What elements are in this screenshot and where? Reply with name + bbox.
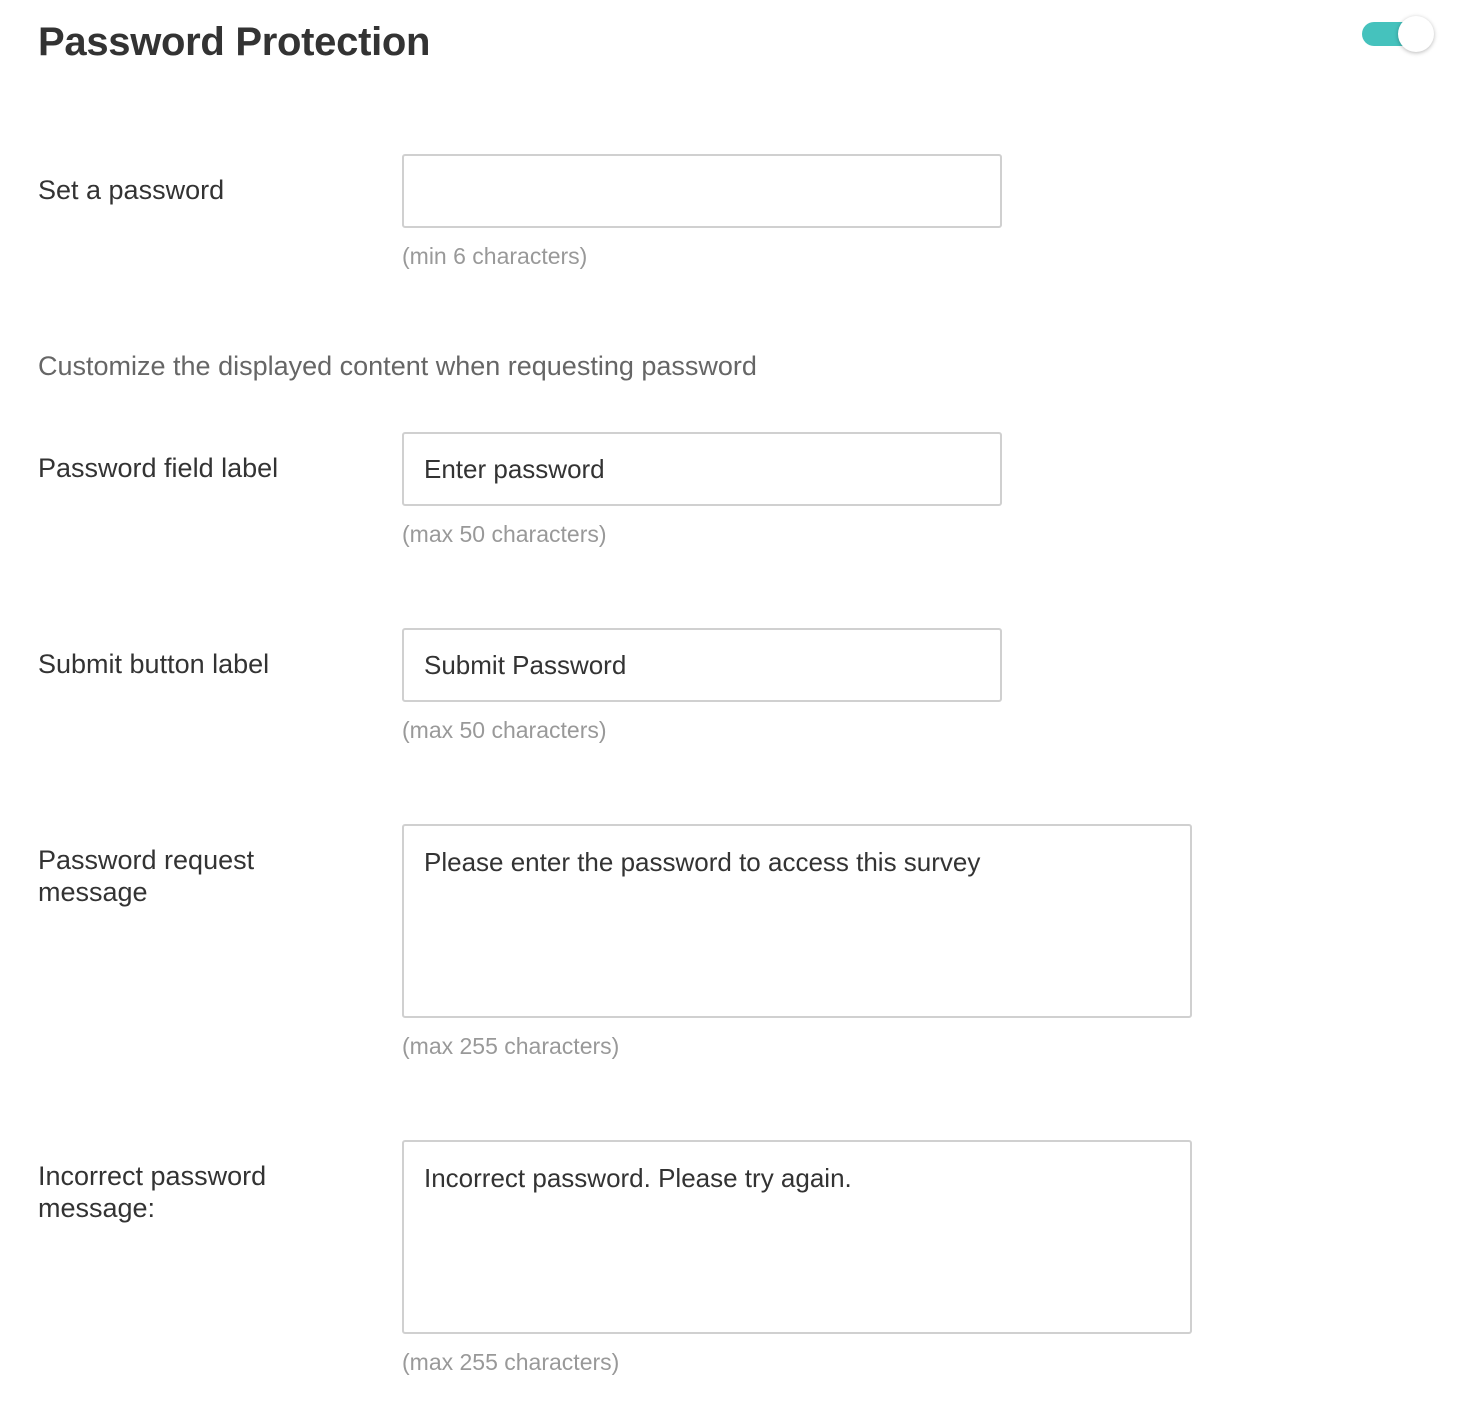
customize-heading: Customize the displayed content when req…	[38, 351, 757, 381]
password-request-message-hint: (max 255 characters)	[402, 1033, 620, 1059]
password-field-label-label: Password field label	[38, 453, 279, 483]
submit-button-label-label: Submit button label	[38, 649, 270, 679]
incorrect-password-message-label: Incorrect password message:	[38, 1161, 267, 1223]
incorrect-password-message-textarea[interactable]: Incorrect password. Please try again.	[402, 1140, 1192, 1334]
set-password-input[interactable]	[402, 154, 1002, 228]
incorrect-password-message-hint: (max 255 characters)	[402, 1349, 620, 1375]
set-password-label: Set a password	[38, 175, 225, 205]
page-title: Password Protection	[38, 20, 431, 64]
submit-button-label-input[interactable]	[402, 628, 1002, 702]
set-password-hint: (min 6 characters)	[402, 243, 588, 269]
password-protection-toggle[interactable]	[1362, 16, 1434, 52]
submit-button-label-hint: (max 50 characters)	[402, 717, 607, 743]
toggle-knob[interactable]	[1398, 16, 1434, 52]
password-field-label-input[interactable]	[402, 432, 1002, 506]
password-request-message-textarea[interactable]: Please enter the password to access this…	[402, 824, 1192, 1018]
password-field-label-hint: (max 50 characters)	[402, 521, 607, 547]
password-request-message-label: Password request message	[38, 845, 255, 907]
